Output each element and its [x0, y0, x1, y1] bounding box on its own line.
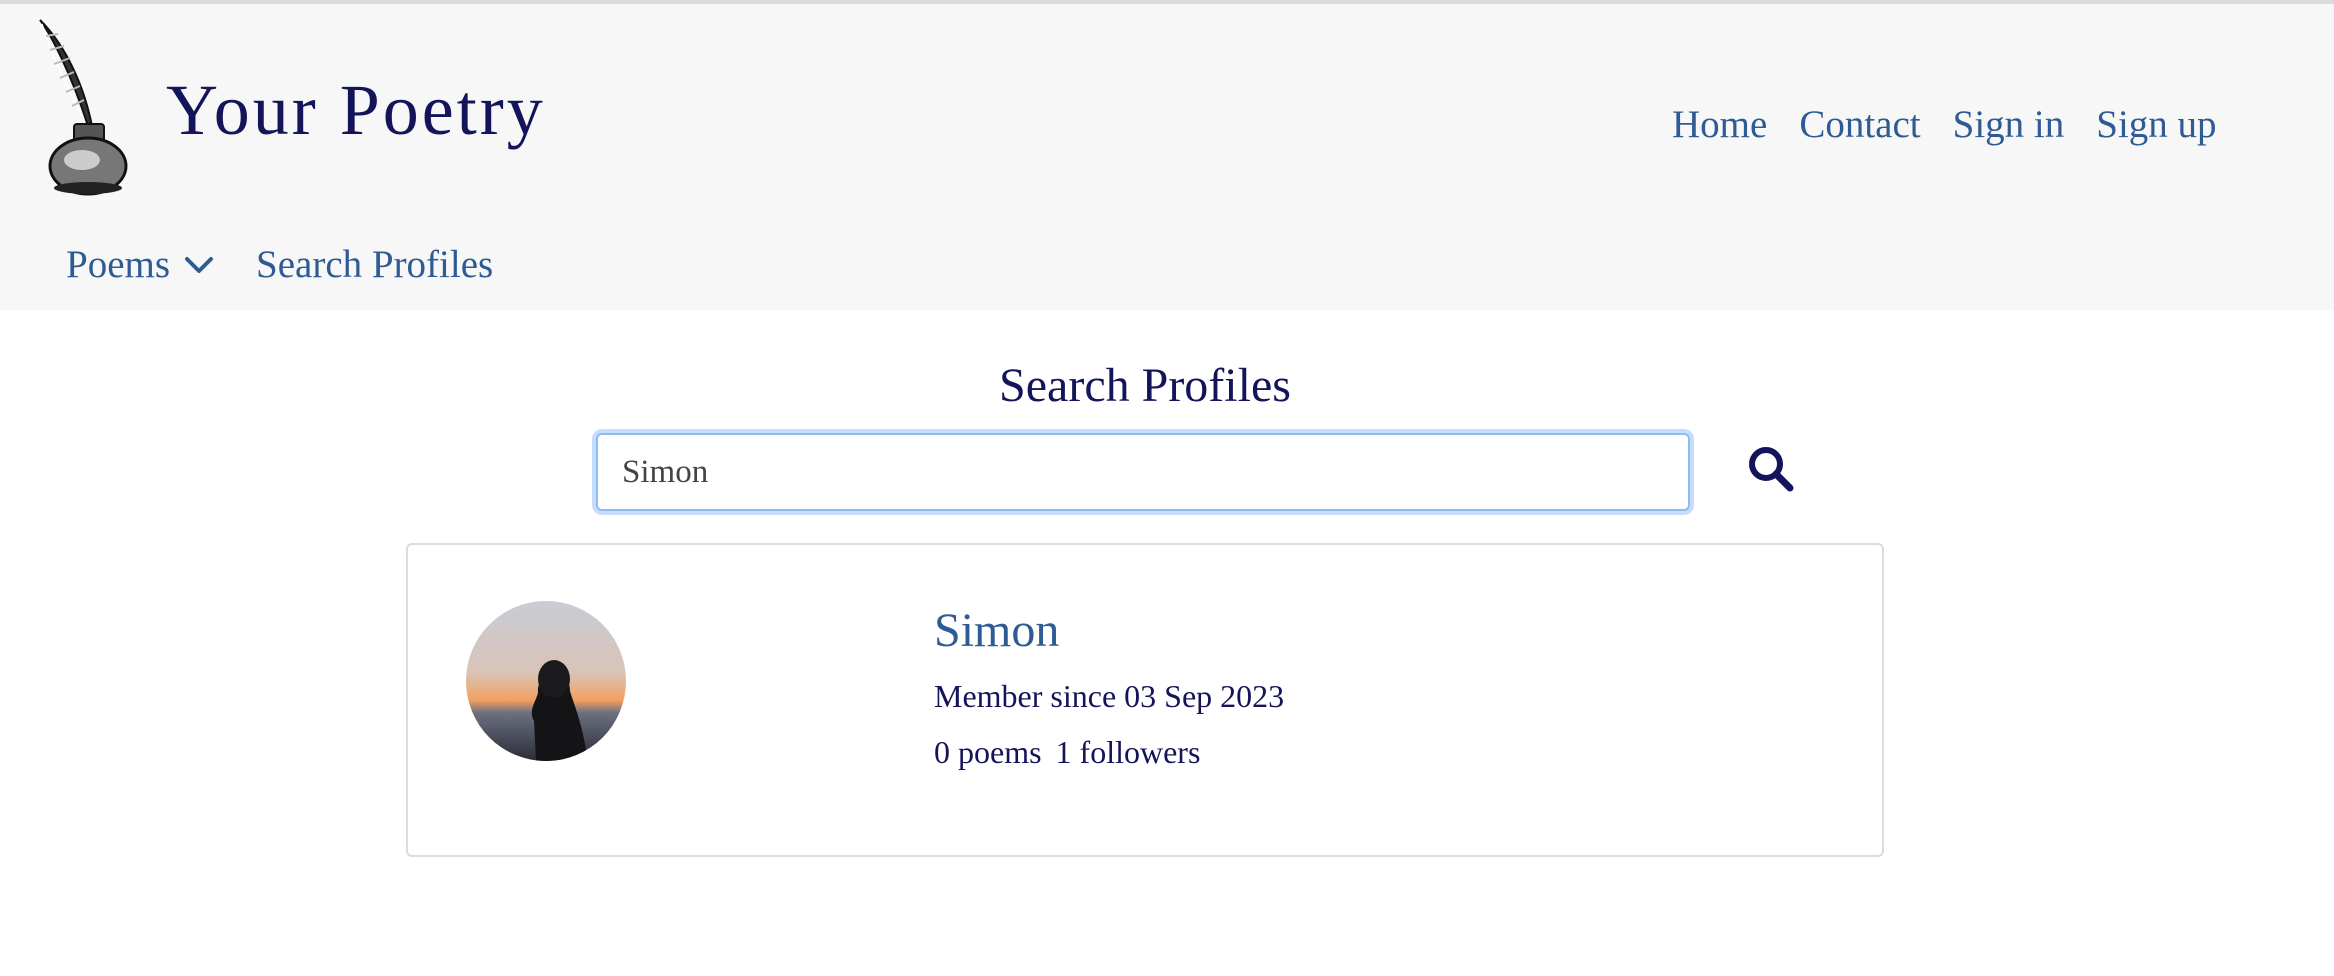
avatar[interactable]	[466, 601, 626, 761]
poems-dropdown[interactable]: Poems	[66, 243, 170, 287]
member-since: Member since 03 Sep 2023	[934, 678, 1285, 714]
nav-contact-link[interactable]: Contact	[1799, 103, 1920, 147]
nav-signup-link[interactable]: Sign up	[2096, 103, 2216, 147]
top-nav: Home Contact Sign in Sign up	[1672, 103, 2217, 147]
profile-name-link[interactable]: Simon	[934, 604, 1059, 658]
sub-nav: Poems Search Profiles	[66, 243, 493, 287]
site-header: Your Poetry Home Contact Sign in Sign up…	[0, 4, 2334, 310]
follower-count: 1 followers	[1055, 734, 1201, 770]
poem-count: 0 poems	[934, 734, 1042, 770]
search-profiles-link[interactable]: Search Profiles	[256, 243, 493, 287]
chevron-down-icon[interactable]	[184, 255, 214, 275]
site-title[interactable]: Your Poetry	[166, 74, 546, 146]
nav-home-link[interactable]: Home	[1672, 103, 1767, 147]
search-icon[interactable]	[1746, 444, 1796, 494]
profile-stats: 0 poems 1 followers	[934, 734, 1201, 770]
quill-inkwell-logo[interactable]	[32, 16, 136, 196]
nav-signin-link[interactable]: Sign in	[1953, 103, 2065, 147]
search-input[interactable]	[596, 433, 1690, 511]
page-title: Search Profiles	[999, 359, 1291, 412]
profile-result-card: Simon Member since 03 Sep 2023 0 poems 1 …	[406, 543, 1884, 857]
